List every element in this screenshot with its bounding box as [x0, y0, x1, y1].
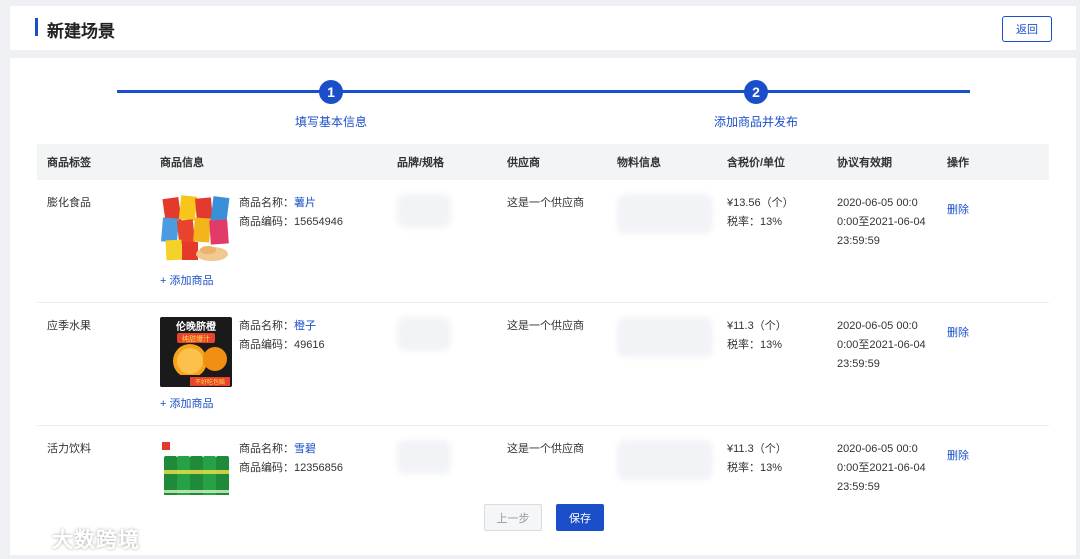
previous-step-button[interactable]: 上一步	[484, 504, 542, 531]
column-header-tag: 商品标签	[47, 157, 91, 169]
delete-link[interactable]: 删除	[947, 194, 969, 220]
blurred-brand-spec	[397, 317, 451, 351]
product-code-label: 商品编码：	[239, 339, 294, 351]
product-code: 49616	[294, 339, 325, 351]
orange-product-image: 伦晚脐橙 纯甜爆汁 不好吃包赔	[160, 317, 232, 387]
price-cell: ¥11.3（个） 税率：13%	[717, 303, 827, 425]
action-cell: 删除	[937, 180, 1039, 302]
step-1-label: 填写基本信息	[294, 115, 368, 129]
supplier: 这是一个供应商	[507, 197, 584, 209]
column-header-material: 物料信息	[617, 157, 661, 169]
product-code-label: 商品编码：	[239, 462, 294, 474]
blurred-material-info	[617, 440, 713, 480]
product-tag: 应季水果	[47, 320, 91, 332]
validity-cell: 2020-06-05 00:0 0:00至2021-06-04 23:59:59	[827, 180, 937, 302]
product-info-cell: 商品名称：薯片 商品编码：15654946 + 添加商品	[150, 180, 387, 302]
orange-image-tagline: 纯甜爆汁	[182, 334, 210, 343]
brand-spec-cell	[387, 180, 497, 302]
product-name-label: 商品名称：	[239, 443, 294, 455]
column-header-validity: 协议有效期	[837, 157, 892, 169]
main-panel: 1 填写基本信息 2 添加商品并发布 商品标签 商品信息 品牌/规格 供应商 物…	[10, 58, 1076, 555]
orange-image-title: 伦晚脐橙	[176, 320, 217, 333]
validity-line: 23:59:59	[837, 358, 880, 370]
material-cell	[607, 303, 717, 425]
orange-image-guarantee: 不好吃包赔	[195, 378, 225, 386]
step-progress-line	[117, 90, 970, 93]
column-header-product-info: 商品信息	[160, 157, 204, 169]
blurred-brand-spec	[397, 440, 451, 474]
price-cell: ¥13.56（个） 税率：13%	[717, 180, 827, 302]
blurred-material-info	[617, 317, 713, 357]
product-name-label: 商品名称：	[239, 197, 294, 209]
product-code: 15654946	[294, 216, 343, 228]
column-header-price: 含税价/单位	[727, 157, 786, 169]
column-header-action: 操作	[947, 157, 969, 169]
tax-rate: 税率：13%	[727, 339, 783, 351]
blurred-brand-spec	[397, 194, 451, 228]
delete-link[interactable]: 删除	[947, 317, 969, 343]
page-header: 新建场景 返回	[10, 6, 1076, 50]
add-product-link[interactable]: + 添加商品	[160, 395, 213, 414]
table-header: 商品标签 商品信息 品牌/规格 供应商 物料信息 含税价/单位 协议有效期 操作	[37, 144, 1049, 180]
product-info-cell: 伦晚脐橙 纯甜爆汁 不好吃包赔 商品名称：橙子 商品编码：49616 + 添加商…	[150, 303, 387, 425]
supplier: 这是一个供应商	[507, 320, 584, 332]
back-button[interactable]: 返回	[1002, 16, 1052, 42]
validity-line: 0:00至2021-06-04	[837, 216, 926, 228]
material-cell	[607, 180, 717, 302]
add-product-link[interactable]: + 添加商品	[160, 272, 213, 291]
product-table: 商品标签 商品信息 品牌/规格 供应商 物料信息 含税价/单位 协议有效期 操作…	[37, 144, 1049, 549]
blurred-material-info	[617, 194, 713, 234]
product-name-label: 商品名称：	[239, 320, 294, 332]
watermark-text: 大数跨境	[52, 529, 140, 552]
table-row: 应季水果 伦晚脐橙 纯甜爆汁 不好吃包赔 商品名称：橙子 商品编码：49616 …	[37, 303, 1049, 426]
page-title: 新建场景	[47, 22, 115, 41]
action-cell: 删除	[937, 303, 1039, 425]
validity-line: 2020-06-05 00:0	[837, 320, 918, 332]
step-1-circle: 1	[319, 80, 343, 104]
tax-rate: 税率：13%	[727, 462, 783, 474]
product-code-label: 商品编码：	[239, 216, 294, 228]
step-2-label: 添加商品并发布	[713, 115, 799, 129]
product-name-link[interactable]: 雪碧	[294, 443, 316, 455]
step-2-circle: 2	[744, 80, 768, 104]
price: ¥11.3（个）	[727, 443, 787, 455]
column-header-supplier: 供应商	[507, 157, 540, 169]
delete-link[interactable]: 删除	[947, 440, 969, 466]
product-tag: 膨化食品	[47, 197, 91, 209]
price: ¥13.56（个）	[727, 197, 794, 209]
validity-line: 0:00至2021-06-04	[837, 462, 926, 474]
validity-line: 0:00至2021-06-04	[837, 339, 926, 351]
price: ¥11.3（个）	[727, 320, 787, 332]
tax-rate: 税率：13%	[727, 216, 783, 228]
validity-line: 2020-06-05 00:0	[837, 443, 918, 455]
form-footer: 上一步 保存	[10, 495, 1076, 555]
product-code: 12356856	[294, 462, 343, 474]
save-button[interactable]: 保存	[556, 504, 604, 531]
validity-line: 23:59:59	[837, 235, 880, 247]
table-row: 膨化食品 商品名称：薯片 商品编码：15654946 + 添加商品 这是一个供应…	[37, 180, 1049, 303]
validity-line: 2020-06-05 00:0	[837, 197, 918, 209]
column-header-brand-spec: 品牌/规格	[397, 157, 445, 169]
product-name-link[interactable]: 薯片	[294, 197, 316, 209]
validity-cell: 2020-06-05 00:0 0:00至2021-06-04 23:59:59	[827, 303, 937, 425]
title-accent-bar	[35, 18, 38, 36]
chips-product-image	[160, 194, 232, 264]
brand-spec-cell	[387, 303, 497, 425]
watermark: 大数跨境	[10, 524, 140, 554]
product-name-link[interactable]: 橙子	[294, 320, 316, 332]
step-indicator: 1 填写基本信息 2 添加商品并发布	[10, 58, 1076, 138]
watermark-logo-icon	[10, 528, 46, 547]
